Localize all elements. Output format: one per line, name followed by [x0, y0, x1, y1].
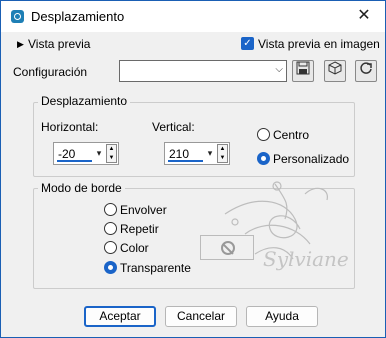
radio-personalizado[interactable]: [257, 152, 270, 165]
horizontal-label: Horizontal:: [41, 120, 99, 134]
spin-updown-icon[interactable]: ▲ ▼: [106, 144, 117, 163]
reset-arrow-icon: [360, 62, 372, 74]
help-button[interactable]: Ayuda: [246, 306, 318, 327]
accept-button[interactable]: Aceptar: [84, 306, 156, 327]
radio-repetir-label[interactable]: Repetir: [120, 222, 159, 236]
radio-centro[interactable]: [257, 128, 270, 141]
reset-button[interactable]: [355, 60, 377, 82]
horizontal-spinbox[interactable]: ▾ ▲▼: [53, 142, 119, 165]
slider-handle-icon[interactable]: ▾: [94, 146, 104, 161]
color-swatch[interactable]: [200, 235, 254, 260]
preview-toggle[interactable]: Vista previa: [28, 37, 90, 51]
displacement-group-title: Desplazamiento: [38, 94, 131, 108]
title-bar[interactable]: Desplazamiento ✕: [1, 1, 385, 32]
spin-updown-icon[interactable]: ▲ ▼: [217, 144, 228, 163]
slider-handle-icon[interactable]: ▾: [205, 146, 215, 161]
load-preset-button[interactable]: [324, 60, 346, 82]
chevron-down-icon: ⌵: [275, 64, 283, 75]
border-mode-group-title: Modo de borde: [38, 181, 125, 195]
radio-transparente-label[interactable]: Transparente: [120, 261, 191, 275]
cancel-button[interactable]: Cancelar: [165, 306, 237, 327]
save-icon: [296, 61, 310, 75]
app-icon: [11, 10, 24, 23]
no-color-icon: [221, 241, 235, 255]
radio-envolver-label[interactable]: Envolver: [120, 203, 167, 217]
dialog-window: Desplazamiento ✕ ▶ Vista previa ✓ Vista …: [0, 0, 386, 338]
vertical-spinbox[interactable]: ▾ ▲▼: [164, 142, 230, 165]
radio-personalizado-label[interactable]: Personalizado: [273, 152, 349, 166]
radio-centro-label[interactable]: Centro: [273, 128, 309, 142]
image-preview-label[interactable]: Vista previa en imagen: [258, 37, 380, 51]
cube-icon: [328, 61, 342, 75]
config-dropdown[interactable]: ⌵: [119, 60, 287, 82]
radio-color-label[interactable]: Color: [120, 241, 149, 255]
vertical-label: Vertical:: [152, 120, 195, 134]
radio-color[interactable]: [104, 241, 117, 254]
input-underline: [57, 160, 92, 162]
radio-envolver[interactable]: [104, 203, 117, 216]
expand-chevron-icon[interactable]: ▶: [17, 38, 24, 50]
config-label: Configuración: [13, 65, 88, 79]
save-preset-button[interactable]: [292, 60, 314, 82]
watermark-text: Sylviane: [263, 247, 349, 271]
close-icon[interactable]: ✕: [353, 5, 375, 27]
window-title: Desplazamiento: [31, 9, 125, 24]
radio-transparente[interactable]: [104, 261, 117, 274]
input-underline: [168, 160, 203, 162]
radio-repetir[interactable]: [104, 222, 117, 235]
image-preview-checkbox[interactable]: ✓: [241, 37, 254, 50]
